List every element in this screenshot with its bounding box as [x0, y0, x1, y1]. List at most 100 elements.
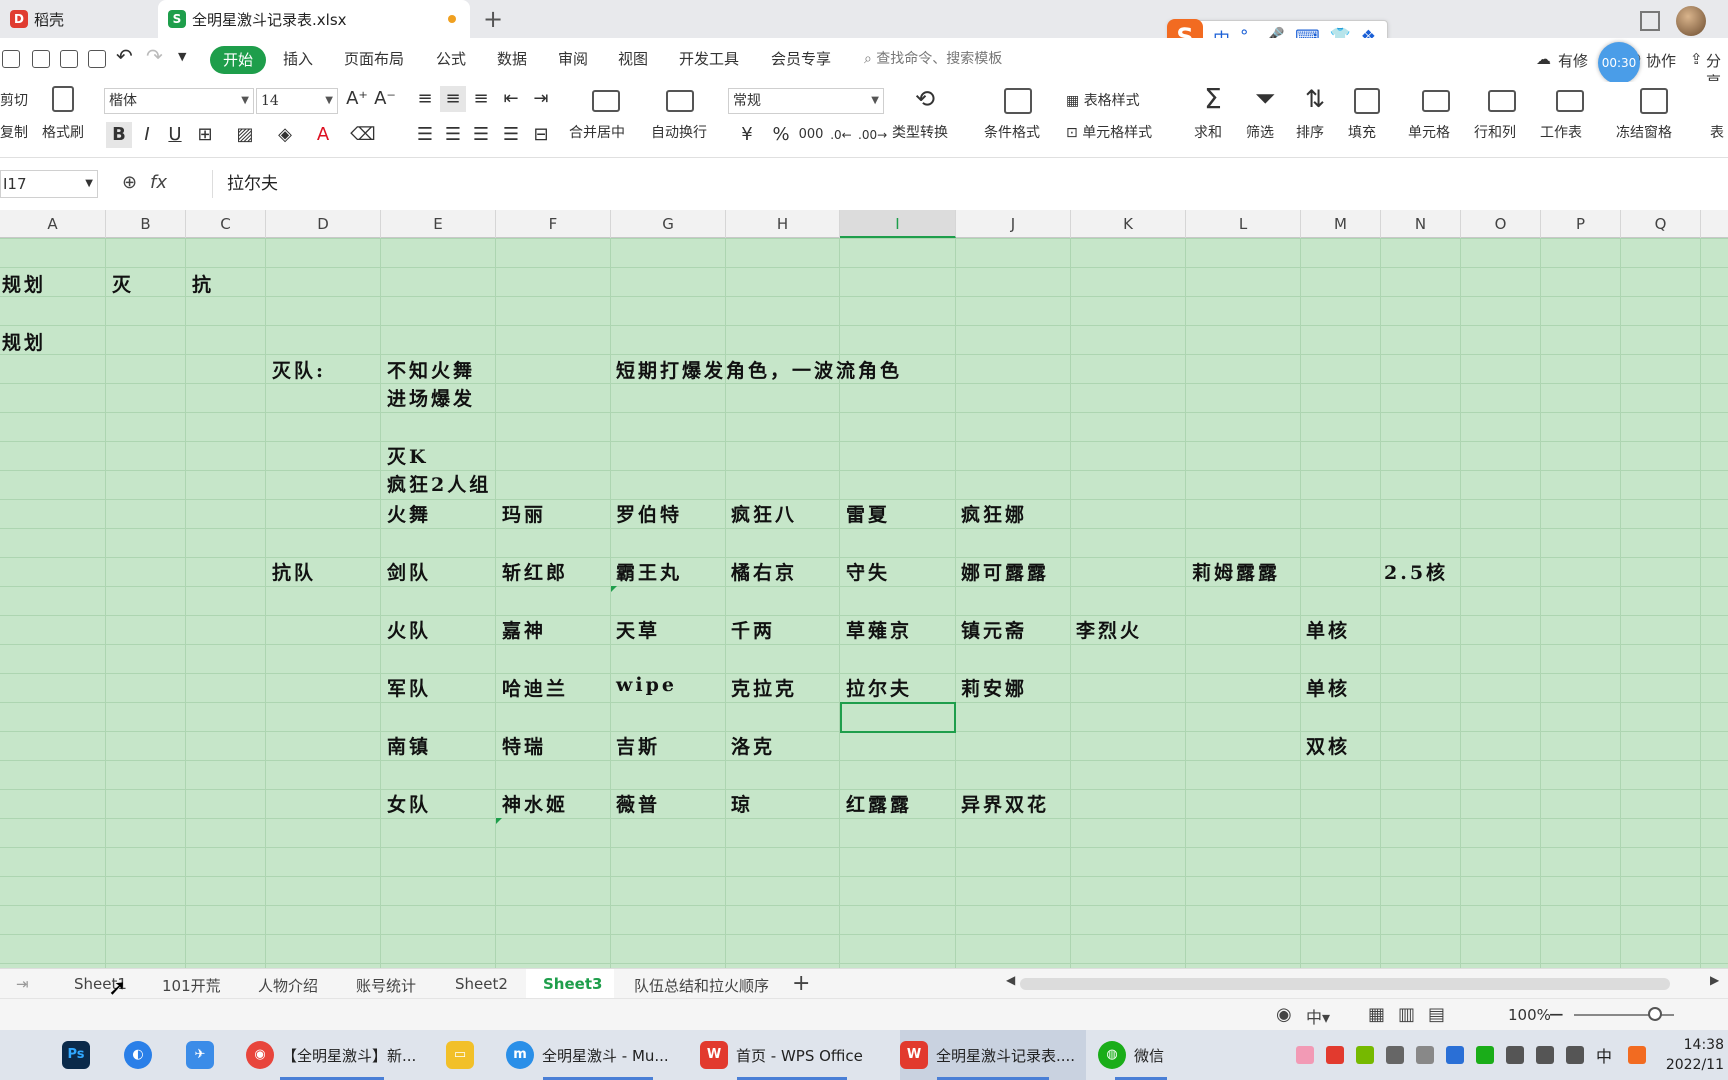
- print-icon[interactable]: [60, 50, 78, 68]
- format-painter-button[interactable]: 格式刷: [42, 122, 84, 142]
- collab-button[interactable]: 协作: [1646, 50, 1676, 71]
- decrease-font-icon[interactable]: A⁻: [372, 86, 398, 112]
- align-bottom-icon[interactable]: ≡: [468, 86, 494, 112]
- col-header-l[interactable]: L: [1186, 210, 1301, 238]
- col-header-e[interactable]: E: [381, 210, 496, 238]
- cell-style-button[interactable]: ⊡ 单元格样式: [1066, 122, 1152, 142]
- taskbar-browser[interactable]: ◐: [124, 1030, 160, 1080]
- cell-g19[interactable]: 吉斯: [616, 732, 660, 759]
- cell-e15[interactable]: 火队: [387, 616, 431, 643]
- save-icon[interactable]: [32, 50, 50, 68]
- sheet-tab-sheet3[interactable]: Sheet3: [543, 975, 602, 993]
- cell-f15[interactable]: 嘉神: [502, 616, 546, 643]
- zoom-slider-knob[interactable]: [1648, 1007, 1662, 1021]
- filter-button[interactable]: 筛选: [1246, 122, 1274, 142]
- fill-button[interactable]: 填充: [1348, 122, 1376, 142]
- menu-formula[interactable]: 公式: [436, 48, 466, 69]
- tray-mic-icon[interactable]: [1386, 1046, 1404, 1064]
- increase-decimal-icon[interactable]: .0←: [828, 122, 854, 148]
- wifi-icon[interactable]: [1506, 1046, 1524, 1064]
- clear-icon[interactable]: ⌫: [350, 122, 376, 148]
- cell-f17[interactable]: 哈迪兰: [502, 674, 568, 701]
- col-header-a[interactable]: A: [0, 210, 106, 238]
- cell-j15[interactable]: 镇元斋: [961, 616, 1027, 643]
- cell-m17[interactable]: 单核: [1306, 674, 1350, 701]
- cell-d6[interactable]: 灭队:: [272, 356, 326, 383]
- cell-e21[interactable]: 女队: [387, 790, 431, 817]
- taskbar-wps-home[interactable]: W 首页 - WPS Office: [700, 1030, 884, 1080]
- col-header-n[interactable]: N: [1381, 210, 1461, 238]
- increase-font-icon[interactable]: A⁺: [344, 86, 370, 112]
- underline-icon[interactable]: U: [162, 122, 188, 148]
- system-clock[interactable]: 14:38 2022/11: [1666, 1035, 1724, 1075]
- sheet-tab-characters[interactable]: 人物介绍: [258, 975, 318, 996]
- cell-e10[interactable]: 疯狂2人组: [387, 470, 491, 497]
- sheet-area[interactable]: A B C D E F G H I J K L M N O P Q 规划 灭 抗…: [0, 210, 1728, 968]
- tab-daoke[interactable]: D 稻壳: [0, 0, 155, 38]
- distributed-icon[interactable]: ⊟: [528, 122, 554, 148]
- justify-icon[interactable]: ☰: [498, 122, 524, 148]
- search-input[interactable]: 查找命令、搜索模板: [876, 51, 1002, 67]
- sheet-tab-accounts[interactable]: 账号统计: [356, 975, 416, 996]
- language-icon[interactable]: 中▾: [1306, 1004, 1330, 1028]
- table-style-button[interactable]: ▦ 表格样式: [1066, 90, 1140, 110]
- col-header-g[interactable]: G: [611, 210, 726, 238]
- ime-mode-indicator[interactable]: 中: [1596, 1030, 1612, 1080]
- cell-h17[interactable]: 克拉克: [731, 674, 797, 701]
- new-tab-button[interactable]: +: [478, 4, 508, 34]
- volume-icon[interactable]: [1566, 1046, 1584, 1064]
- align-top-icon[interactable]: ≡: [412, 86, 438, 112]
- col-header-q[interactable]: Q: [1621, 210, 1701, 238]
- sheet-tab-101[interactable]: 101开荒: [162, 975, 221, 996]
- edit-status[interactable]: 有修: [1558, 50, 1588, 71]
- apps-grid-icon[interactable]: [1640, 11, 1660, 31]
- scroll-right-icon[interactable]: ▶: [1710, 973, 1719, 987]
- percent-icon[interactable]: %: [768, 122, 794, 148]
- cell-c3[interactable]: 抗: [192, 270, 214, 297]
- cell-h15[interactable]: 千两: [731, 616, 775, 643]
- sogou-tray-icon[interactable]: [1628, 1046, 1646, 1064]
- normal-view-icon[interactable]: ▦: [1368, 1004, 1385, 1025]
- font-size-select[interactable]: 14 ▼: [256, 88, 338, 114]
- sheet-tab-team-summary[interactable]: 队伍总结和拉火顺序: [634, 975, 769, 996]
- decrease-decimal-icon[interactable]: .00→: [858, 122, 887, 148]
- cell-j13[interactable]: 娜可露露: [961, 558, 1049, 585]
- horizontal-scrollbar[interactable]: [1020, 978, 1670, 990]
- number-format-select[interactable]: 常规 ▼: [728, 88, 884, 114]
- col-header-f[interactable]: F: [496, 210, 611, 238]
- cell-e17[interactable]: 军队: [387, 674, 431, 701]
- indent-increase-icon[interactable]: ⇥: [528, 86, 554, 112]
- sum-button[interactable]: 求和: [1194, 122, 1222, 142]
- command-search[interactable]: ⌕ 查找命令、搜索模板: [864, 48, 1002, 68]
- col-header-b[interactable]: B: [106, 210, 186, 238]
- menu-member[interactable]: 会员专享: [771, 48, 831, 69]
- cell-g17[interactable]: wipe: [616, 674, 677, 696]
- menu-page-layout[interactable]: 页面布局: [344, 48, 404, 69]
- cell-i15[interactable]: 草薙京: [846, 616, 912, 643]
- cell-m15[interactable]: 单核: [1306, 616, 1350, 643]
- cond-format-button[interactable]: 条件格式: [984, 122, 1040, 142]
- cell-e6[interactable]: 不知火舞: [387, 356, 475, 383]
- bold-icon[interactable]: B: [106, 122, 132, 148]
- row-col-button[interactable]: 行和列: [1474, 122, 1516, 142]
- cell-h13[interactable]: 橘右京: [731, 558, 797, 585]
- menu-view[interactable]: 视图: [618, 48, 648, 69]
- cell-e13[interactable]: 剑队: [387, 558, 431, 585]
- taskbar-wps-doc[interactable]: W 全明星激斗记录表....: [900, 1030, 1086, 1080]
- cell-i17[interactable]: 拉尔夫: [846, 674, 912, 701]
- menu-data[interactable]: 数据: [497, 48, 527, 69]
- taskbar-photoshop[interactable]: Ps: [62, 1030, 98, 1080]
- last-sheet-icon[interactable]: ⇥: [16, 975, 29, 993]
- cell-e7[interactable]: 进场爆发: [387, 384, 475, 411]
- cell-h21[interactable]: 琼: [731, 790, 753, 817]
- cell-d13[interactable]: 抗队: [272, 558, 316, 585]
- currency-icon[interactable]: ¥: [734, 122, 760, 148]
- col-header-k[interactable]: K: [1071, 210, 1186, 238]
- tray-nvidia-icon[interactable]: [1356, 1046, 1374, 1064]
- cell-j17[interactable]: 莉安娜: [961, 674, 1027, 701]
- col-header-m[interactable]: M: [1301, 210, 1381, 238]
- page-break-view-icon[interactable]: ▤: [1428, 1004, 1445, 1025]
- zoom-level[interactable]: 100%: [1508, 1006, 1551, 1024]
- page-layout-view-icon[interactable]: ▥: [1398, 1004, 1415, 1025]
- cell-g15[interactable]: 天草: [616, 616, 660, 643]
